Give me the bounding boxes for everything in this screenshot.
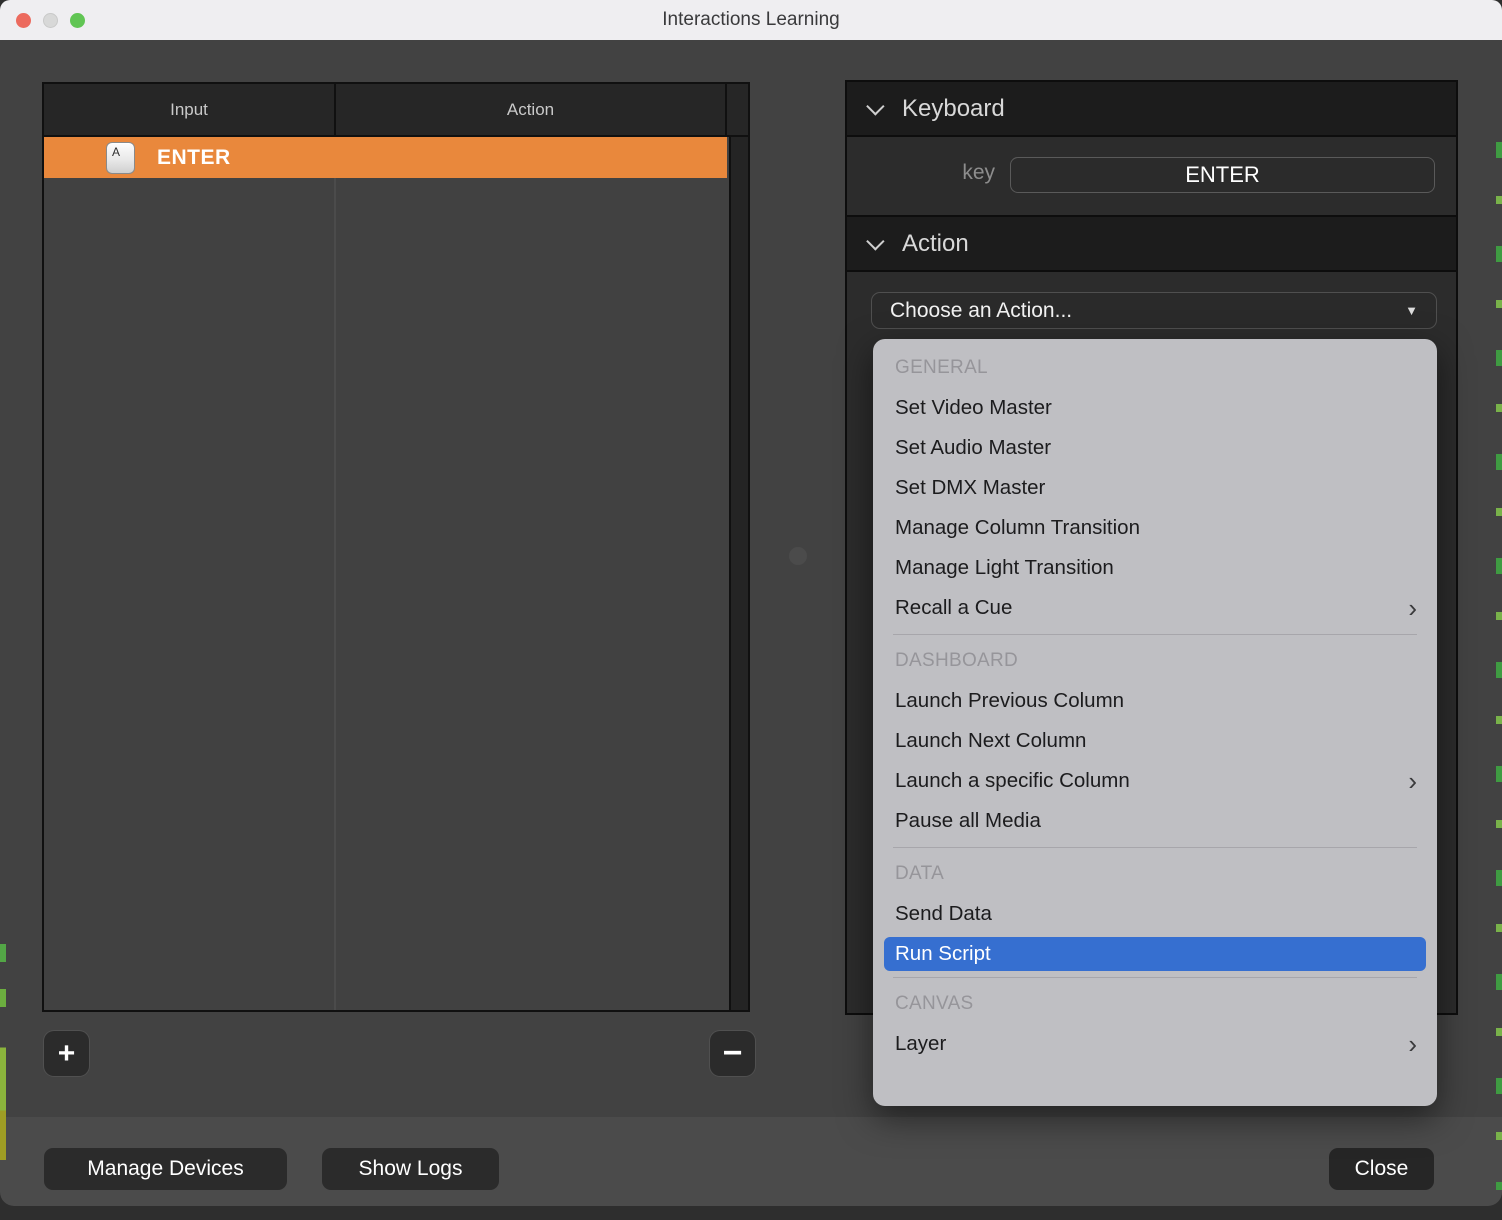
menu-item-set-dmx-master[interactable]: Set DMX Master	[873, 468, 1437, 508]
extra-column-header	[727, 84, 748, 135]
keyboard-section-header[interactable]: Keyboard	[847, 82, 1456, 137]
menu-divider	[893, 977, 1417, 978]
chevron-down-icon	[866, 97, 885, 116]
show-logs-button[interactable]: Show Logs	[322, 1148, 499, 1190]
add-mapping-button[interactable]: +	[44, 1031, 89, 1076]
table-row[interactable]: A ENTER	[44, 137, 727, 178]
menu-section-header-general: GENERAL	[895, 357, 988, 378]
keyboard-section-body: key	[847, 137, 1456, 217]
menu-item-recall-a-cue[interactable]: Recall a Cue ›	[873, 588, 1437, 628]
resize-dot	[789, 547, 807, 565]
menu-section-header-dashboard: DASHBOARD	[895, 650, 1019, 671]
interactions-learning-window: Interactions Learning Input Action A ENT…	[0, 0, 1502, 1220]
key-input[interactable]	[1010, 157, 1435, 193]
mappings-table: Input Action A ENTER	[42, 82, 750, 1012]
action-dropdown-value: Choose an Action...	[890, 298, 1073, 322]
menu-item-run-script[interactable]: Run Script	[884, 937, 1426, 971]
title-bar: Interactions Learning	[0, 0, 1502, 40]
action-column-header: Action	[336, 84, 727, 135]
action-dropdown[interactable]: Choose an Action... ▼	[871, 292, 1437, 329]
menu-item-launch-next-column[interactable]: Launch Next Column	[873, 721, 1437, 761]
key-field-label: key	[962, 161, 995, 184]
chevron-down-icon	[866, 232, 885, 251]
menu-item-set-audio-master[interactable]: Set Audio Master	[873, 428, 1437, 468]
menu-item-launch-previous-column[interactable]: Launch Previous Column	[873, 681, 1437, 721]
table-header-row: Input Action	[44, 84, 748, 137]
input-column-header: Input	[44, 84, 336, 135]
menu-item-pause-all-media[interactable]: Pause all Media	[873, 801, 1437, 841]
menu-section-header-canvas: CANVAS	[895, 993, 974, 1014]
menu-divider	[893, 634, 1417, 635]
action-section-header[interactable]: Action	[847, 217, 1456, 272]
action-dropdown-menu: GENERAL Set Video Master Set Audio Maste…	[873, 339, 1437, 1106]
extra-column	[729, 137, 748, 1010]
menu-divider	[893, 847, 1417, 848]
menu-item-manage-light-transition[interactable]: Manage Light Transition	[873, 548, 1437, 588]
column-divider	[334, 137, 336, 1010]
menu-section-header-data: DATA	[895, 863, 945, 884]
menu-item-manage-column-transition[interactable]: Manage Column Transition	[873, 508, 1437, 548]
menu-item-layer[interactable]: Layer ›	[873, 1024, 1437, 1064]
traffic-zoom-button[interactable]	[70, 12, 85, 28]
traffic-minimize-button[interactable]	[43, 12, 58, 28]
edge-artifact-right	[1496, 100, 1502, 1190]
menu-item-set-video-master[interactable]: Set Video Master	[873, 388, 1437, 428]
keyboard-keycap-icon: A	[106, 141, 135, 174]
remove-mapping-button[interactable]: −	[710, 1031, 755, 1076]
dropdown-caret-icon: ▼	[1405, 303, 1418, 318]
row-input-label: ENTER	[157, 145, 231, 169]
edge-artifact-left	[0, 935, 6, 1160]
menu-item-launch-a-specific-column[interactable]: Launch a specific Column ›	[873, 761, 1437, 801]
menu-item-send-data[interactable]: Send Data	[873, 894, 1437, 934]
traffic-close-button[interactable]	[16, 12, 31, 28]
window-title: Interactions Learning	[662, 9, 840, 30]
close-button[interactable]: Close	[1329, 1148, 1434, 1190]
manage-devices-button[interactable]: Manage Devices	[44, 1148, 287, 1190]
